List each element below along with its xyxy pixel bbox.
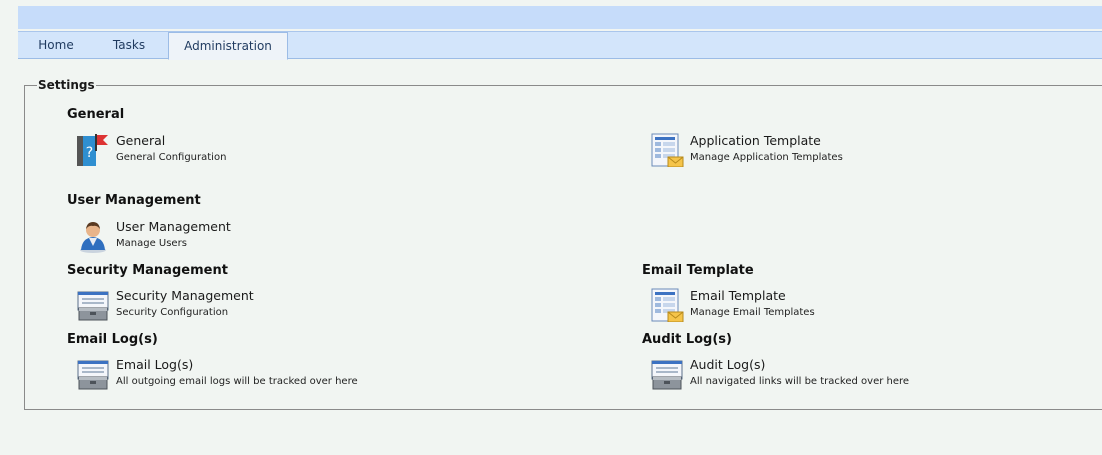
email-logs-desc: All outgoing email logs will be tracked … (116, 376, 358, 387)
audit-logs-title: Audit Log(s) (690, 357, 766, 372)
svg-text:?: ? (86, 145, 93, 161)
toolbox-icon (76, 357, 110, 391)
user-management-desc: Manage Users (116, 238, 187, 249)
email-template-desc: Manage Email Templates (690, 307, 815, 318)
section-title-audit-logs: Audit Log(s) (642, 332, 732, 347)
audit-logs-link[interactable]: Audit Log(s) All navigated links will be… (650, 357, 970, 391)
tab-home[interactable]: Home (26, 32, 86, 59)
template-mail-icon (650, 288, 684, 323)
user-management-link[interactable]: User Management Manage Users (76, 219, 276, 253)
general-config-title: General (116, 133, 166, 148)
app-header-bar (18, 6, 1102, 29)
email-logs-link[interactable]: Email Log(s) All outgoing email logs wil… (76, 357, 396, 391)
toolbox-icon (76, 288, 110, 322)
user-management-title: User Management (116, 219, 231, 234)
settings-legend: Settings (38, 78, 95, 92)
application-template-link[interactable]: Application Template Manage Application … (650, 133, 870, 168)
security-management-title: Security Management (116, 288, 254, 303)
email-logs-title: Email Log(s) (116, 357, 194, 372)
tab-administration[interactable]: Administration (168, 32, 288, 60)
section-title-email-logs: Email Log(s) (67, 332, 158, 347)
user-icon (76, 219, 110, 253)
help-book-icon: ? (76, 133, 110, 167)
general-config-desc: General Configuration (116, 152, 227, 163)
section-title-user-management: User Management (67, 193, 201, 208)
tab-tasks[interactable]: Tasks (100, 32, 158, 59)
section-title-email-template: Email Template (642, 263, 754, 278)
application-template-desc: Manage Application Templates (690, 152, 843, 163)
application-template-title: Application Template (690, 133, 821, 148)
email-template-title: Email Template (690, 288, 786, 303)
section-title-general: General (67, 107, 125, 122)
email-template-link[interactable]: Email Template Manage Email Templates (650, 288, 870, 323)
template-mail-icon (650, 133, 684, 168)
toolbox-icon (650, 357, 684, 391)
audit-logs-desc: All navigated links will be tracked over… (690, 376, 910, 387)
tab-strip: Home Tasks Administration (18, 31, 1102, 60)
security-management-desc: Security Configuration (116, 307, 229, 318)
section-title-security-management: Security Management (67, 263, 228, 278)
general-config-link[interactable]: ? General General Configuration (76, 133, 276, 167)
security-management-link[interactable]: Security Management Security Configurati… (76, 288, 296, 322)
